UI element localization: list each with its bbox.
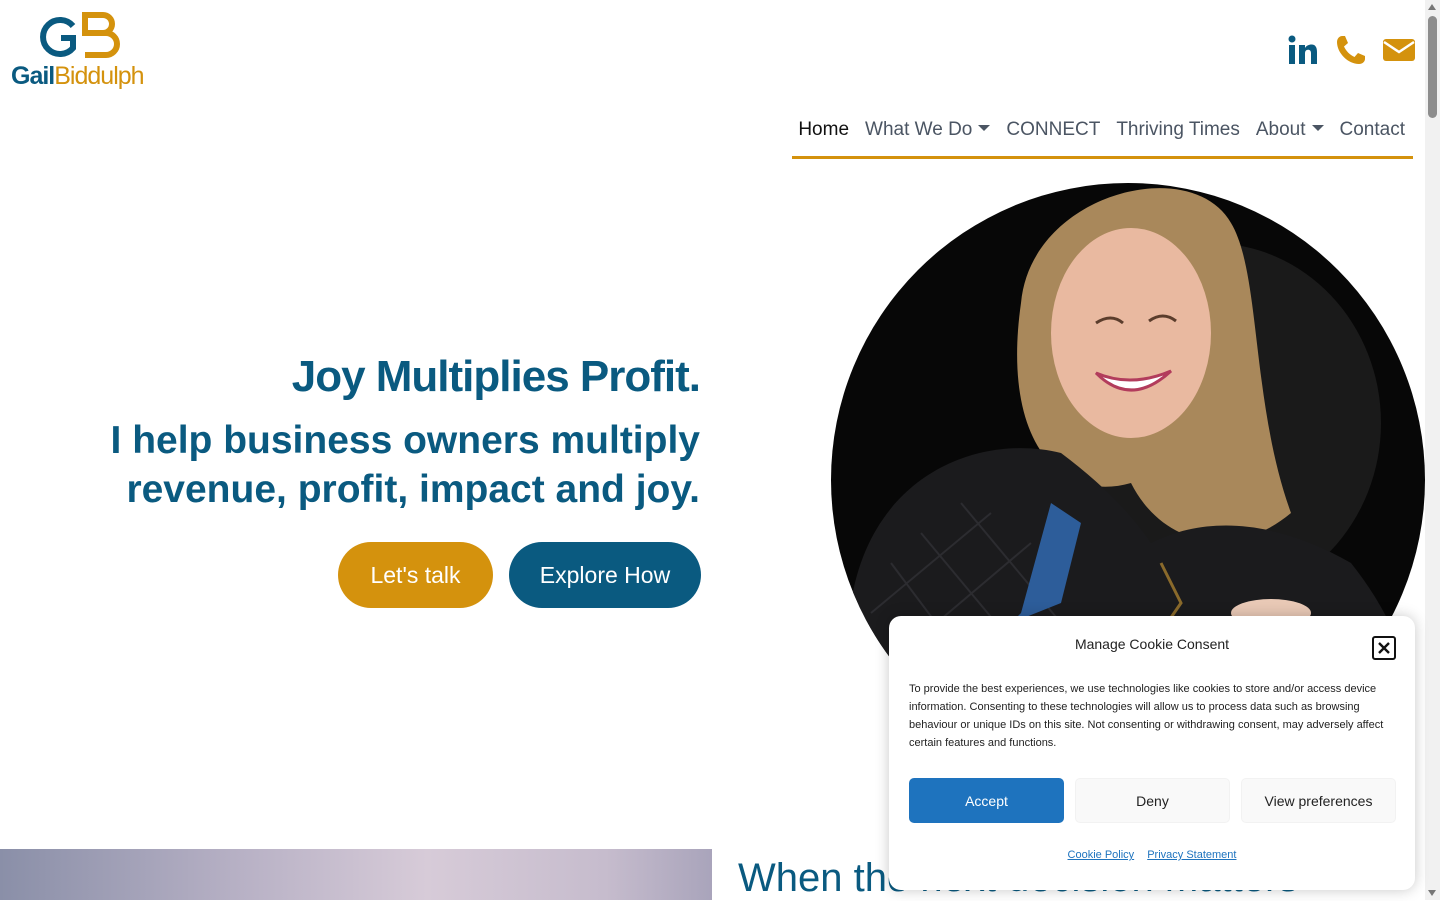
caret-down-icon <box>978 125 991 131</box>
explore-how-button[interactable]: Explore How <box>509 542 701 608</box>
nav-item-thriving-times[interactable]: Thriving Times <box>1108 119 1248 141</box>
logo-wordmark: GailBiddulph <box>11 62 145 91</box>
nav-item-what-we-do[interactable]: What We Do <box>857 119 998 141</box>
section-sky-image <box>0 849 712 900</box>
close-icon[interactable] <box>1372 636 1396 660</box>
nav-label-connect: CONNECT <box>1006 119 1101 140</box>
nav-label-contact: Contact <box>1339 119 1405 140</box>
cookie-links: Cookie Policy Privacy Statement <box>889 849 1415 861</box>
nav-label-what-we-do: What We Do <box>865 119 973 140</box>
hero-title: Joy Multiplies Profit. <box>291 352 701 401</box>
view-preferences-button[interactable]: View preferences <box>1241 778 1396 823</box>
deny-button[interactable]: Deny <box>1075 778 1230 823</box>
envelope-icon[interactable] <box>1383 32 1415 68</box>
scroll-up-arrow-icon[interactable] <box>1428 4 1436 10</box>
nav-label-home: Home <box>798 119 850 140</box>
accept-button[interactable]: Accept <box>909 778 1064 823</box>
page-scrollbar[interactable] <box>1425 0 1440 900</box>
nav-item-home[interactable]: Home <box>790 119 857 141</box>
hero-cta-group: Let's talk Explore How <box>338 542 701 608</box>
logo-first-name: Gail <box>11 62 55 90</box>
main-nav: Home What We Do CONNECT Thriving Times A… <box>792 104 1413 159</box>
nav-item-about[interactable]: About <box>1248 119 1332 141</box>
cookie-button-group: Accept Deny View preferences <box>909 778 1396 823</box>
scroll-down-arrow-icon[interactable] <box>1428 890 1436 896</box>
gb-monogram-icon <box>40 12 120 58</box>
nav-label-about: About <box>1255 119 1306 140</box>
privacy-statement-link[interactable]: Privacy Statement <box>1147 849 1236 861</box>
hero-text-block: Joy Multiplies Profit. I help business o… <box>60 352 701 514</box>
nav-label-thriving-times: Thriving Times <box>1116 119 1240 140</box>
cookie-policy-link[interactable]: Cookie Policy <box>1068 849 1135 861</box>
hero-subtitle-line-2: revenue, profit, impact and joy. <box>126 468 700 511</box>
nav-item-contact[interactable]: Contact <box>1332 119 1413 141</box>
cookie-title: Manage Cookie Consent <box>1074 636 1230 652</box>
cookie-consent-dialog: Manage Cookie Consent To provide the bes… <box>889 616 1415 890</box>
caret-down-icon <box>1311 125 1324 131</box>
linkedin-icon[interactable] <box>1287 32 1319 68</box>
site-logo[interactable]: GailBiddulph <box>11 12 166 92</box>
phone-icon[interactable] <box>1335 32 1367 68</box>
scrollbar-thumb[interactable] <box>1428 16 1437 118</box>
logo-last-name: Biddulph <box>54 62 144 90</box>
hero-subtitle-line-1: I help business owners multiply <box>110 419 700 462</box>
social-links <box>1287 32 1415 68</box>
nav-item-connect[interactable]: CONNECT <box>998 119 1108 141</box>
lets-talk-button[interactable]: Let's talk <box>338 542 493 608</box>
cookie-body-text: To provide the best experiences, we use … <box>909 683 1384 749</box>
